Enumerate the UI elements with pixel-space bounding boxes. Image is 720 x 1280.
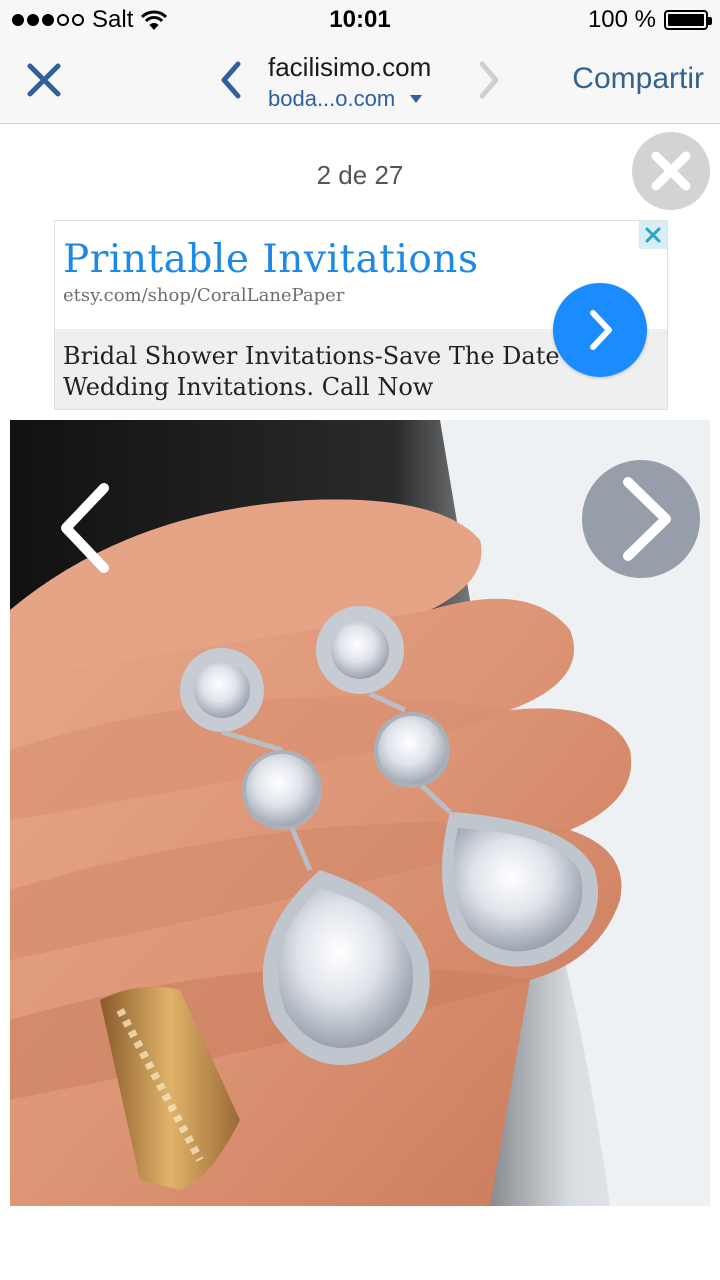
nav-subtitle-dropdown[interactable]: boda...o.com	[268, 86, 423, 112]
ad-url[interactable]: etsy.com/shop/CoralLanePaper	[63, 285, 344, 306]
ad-close-icon[interactable]	[639, 221, 667, 249]
browser-nav-bar: facilisimo.com boda...o.com Compartir	[0, 40, 720, 124]
chevron-right-icon	[590, 310, 612, 350]
ad-title[interactable]: Printable Invitations	[63, 237, 479, 282]
nav-subtitle: boda...o.com	[268, 86, 396, 111]
share-button[interactable]: Compartir	[572, 62, 704, 96]
nav-host: facilisimo.com	[268, 52, 432, 82]
next-image-button[interactable]	[582, 460, 700, 578]
ad-go-button[interactable]	[553, 283, 647, 377]
close-icon[interactable]	[22, 58, 66, 102]
ad-description: Bridal Shower Invitations-Save The Date …	[63, 341, 583, 403]
ad-description-line: Bridal Shower Invitations-Save The Date	[63, 342, 560, 370]
chevron-right-icon	[623, 477, 671, 561]
ad-banner[interactable]: Printable Invitations etsy.com/shop/Cora…	[54, 220, 668, 410]
gallery-image[interactable]	[10, 420, 710, 1206]
gallery-counter: 2 de 27	[316, 160, 404, 190]
screen: Salt 10:01 100 % facilisimo.com boda...o…	[0, 0, 720, 1280]
close-circle-icon	[651, 151, 691, 191]
battery-icon	[664, 10, 712, 30]
status-right: 100 %	[587, 6, 712, 34]
battery-percent: 100 %	[587, 6, 656, 33]
battery-nub	[708, 17, 712, 25]
chevron-left-icon[interactable]	[54, 480, 114, 576]
status-bar: Salt 10:01 100 %	[0, 0, 720, 40]
ad-description-line: Wedding Invitations. Call Now	[63, 373, 434, 401]
gallery-close-button[interactable]	[632, 132, 710, 210]
caret-down-icon	[410, 95, 423, 103]
chevron-right-icon[interactable]	[472, 58, 506, 102]
chevron-left-icon[interactable]	[214, 58, 248, 102]
battery-fill	[668, 14, 704, 26]
